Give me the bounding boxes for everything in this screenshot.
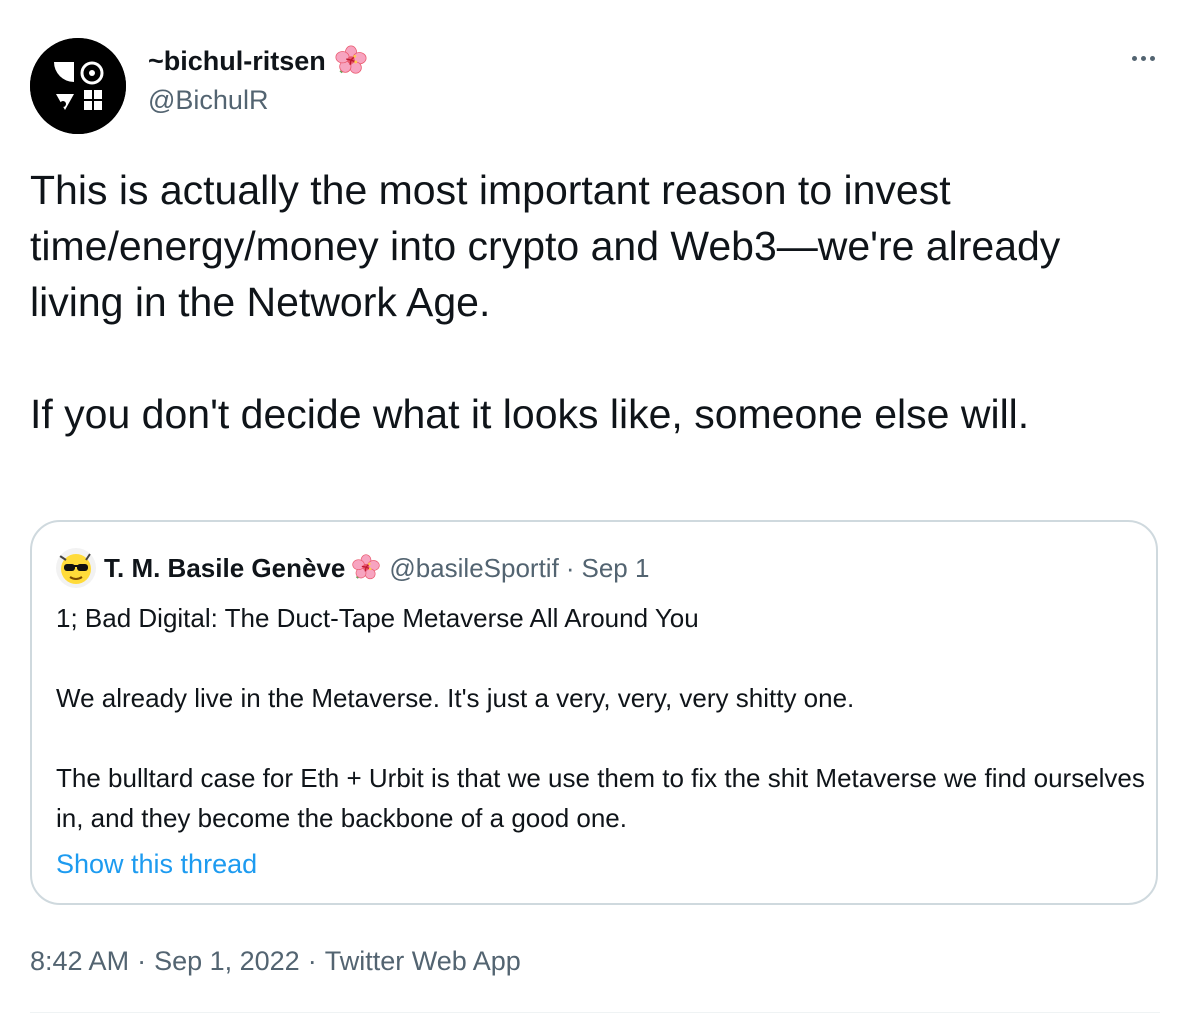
- tweet-time-link[interactable]: 8:42 AM: [30, 946, 129, 976]
- sunglasses-face-avatar-icon: [56, 548, 96, 588]
- author-handle[interactable]: @BichulR: [148, 84, 268, 116]
- quoted-author-avatar: [56, 548, 96, 588]
- quoted-tweet-text: 1; Bad Digital: The Duct-Tape Metaverse …: [56, 603, 1145, 833]
- tweet-metadata: 8:42 AM · Sep 1, 2022 · Twitter Web App: [30, 944, 521, 978]
- tweet-text: This is actually the most important reas…: [30, 167, 1061, 437]
- quoted-author-name: T. M. Basile Genève: [104, 553, 346, 583]
- show-thread-link[interactable]: Show this thread: [56, 846, 257, 882]
- urbit-sigil-icon: [30, 38, 126, 134]
- quoted-author-handle: @basileSportif: [389, 553, 559, 583]
- quoted-tweet-card[interactable]: T. M. Basile Genève @basileSportif · Sep: [30, 520, 1158, 905]
- hibiscus-flower-icon: [352, 554, 380, 580]
- quoted-tweet-header: T. M. Basile Genève @basileSportif · Sep: [56, 548, 649, 588]
- quoted-separator: ·: [565, 553, 575, 583]
- more-options-button[interactable]: [1122, 40, 1164, 76]
- meta-separator: ·: [137, 946, 147, 976]
- quoted-date: Sep 1: [581, 553, 650, 583]
- more-dot-icon: [1140, 55, 1146, 61]
- tweet-source-link[interactable]: Twitter Web App: [325, 946, 521, 976]
- author-avatar[interactable]: [30, 38, 126, 134]
- author-name-text: ~bichul-ritsen: [148, 46, 326, 76]
- tweet-detail: ~bichul-ritsen @BichulR This is actually…: [0, 0, 1190, 1014]
- hibiscus-flower-icon: [335, 45, 367, 74]
- tweet-date-link[interactable]: Sep 1, 2022: [154, 946, 300, 976]
- more-dot-icon: [1131, 55, 1137, 61]
- author-display-name[interactable]: ~bichul-ritsen: [148, 44, 368, 78]
- divider: [30, 1012, 1160, 1013]
- more-dot-icon: [1149, 55, 1155, 61]
- meta-separator: ·: [307, 946, 317, 976]
